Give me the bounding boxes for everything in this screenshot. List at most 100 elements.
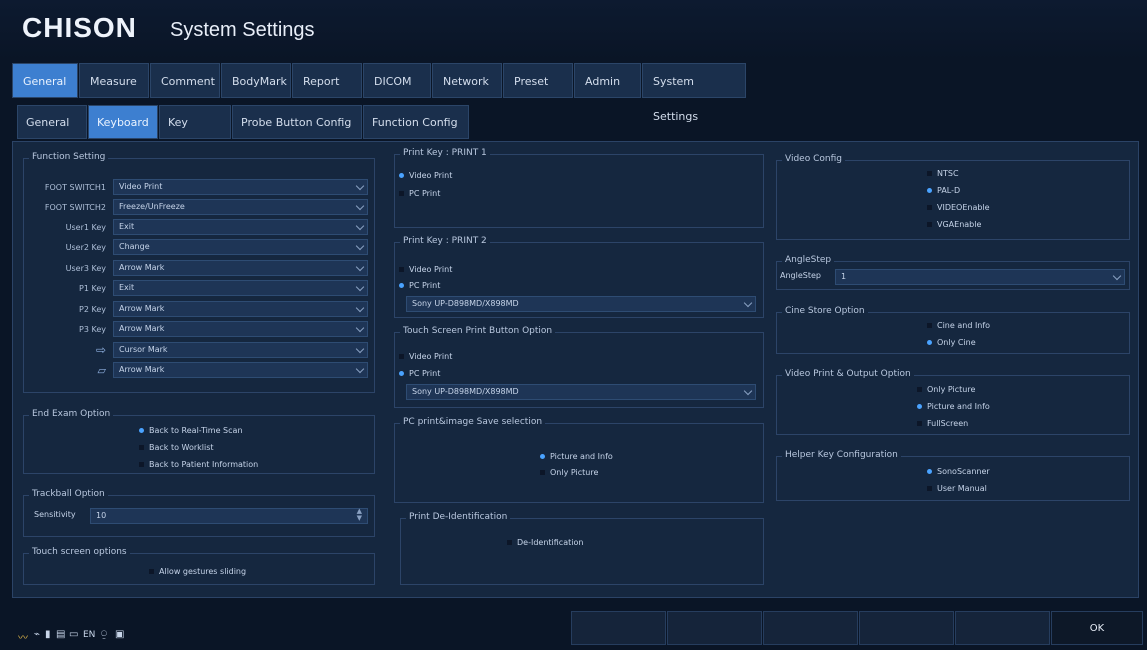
- option-label: PC Print: [409, 189, 441, 198]
- pc-save-option-picture-info[interactable]: Picture and Info: [540, 450, 613, 464]
- subtab-general[interactable]: General: [17, 105, 87, 139]
- ok-button[interactable]: OK: [1051, 611, 1143, 645]
- radio-unselected-icon: [917, 387, 922, 392]
- print1-option-pc[interactable]: PC Print: [399, 187, 440, 201]
- option-label: Only Picture: [550, 468, 599, 477]
- touch-print-option-video[interactable]: Video Print: [399, 350, 452, 364]
- tab-system-settings[interactable]: System Settings: [642, 63, 746, 123]
- foot-switch1-select[interactable]: Video Print: [113, 179, 368, 195]
- p2-key-value: Arrow Mark: [119, 304, 165, 313]
- tab-measure[interactable]: Measure: [79, 63, 149, 98]
- chevron-down-icon: [355, 221, 365, 231]
- anglestep-select[interactable]: 1: [835, 269, 1125, 285]
- print1-option-video[interactable]: Video Print: [399, 169, 452, 183]
- radio-selected-icon: [399, 283, 404, 288]
- user2-key-value: Change: [119, 242, 150, 251]
- subtab-probe-button-config[interactable]: Probe Button Config: [232, 105, 362, 139]
- cine-store-option-cine-info[interactable]: Cine and Info: [927, 319, 990, 333]
- video-config-pal[interactable]: PAL-D: [927, 184, 960, 198]
- user1-key-select[interactable]: Exit: [113, 219, 368, 235]
- pc-save-legend: PC print&image Save selection: [400, 417, 546, 427]
- end-exam-option-patient[interactable]: Back to Patient Information: [139, 458, 258, 472]
- p3-key-select[interactable]: Arrow Mark: [113, 321, 368, 337]
- option-label: User Manual: [937, 484, 987, 493]
- save-icon: ▣: [115, 629, 125, 640]
- checkbox-icon: [507, 540, 512, 545]
- subtab-function-config[interactable]: Function Config: [363, 105, 469, 139]
- p1-key-select[interactable]: Exit: [113, 280, 368, 296]
- checkbox-icon: [149, 569, 154, 574]
- sensitivity-spinbox[interactable]: 10 ▲ ▼: [90, 508, 368, 524]
- tab-admin[interactable]: Admin: [574, 63, 641, 98]
- vpo-option-picture-info[interactable]: Picture and Info: [917, 400, 990, 414]
- p2-key-select[interactable]: Arrow Mark: [113, 301, 368, 317]
- soft-button-2[interactable]: [667, 611, 762, 645]
- pc-save-group: PC print&image Save selection Picture an…: [394, 417, 764, 503]
- video-config-ntsc[interactable]: NTSC: [927, 167, 959, 181]
- option-label: PC Print: [409, 281, 441, 290]
- option-label: Video Print: [409, 352, 453, 361]
- cine-store-option-only-cine[interactable]: Only Cine: [927, 336, 976, 350]
- option-label: FullScreen: [927, 419, 969, 428]
- radio-selected-icon: [917, 404, 922, 409]
- tab-network[interactable]: Network: [432, 63, 502, 98]
- foot-switch2-label: FOOT SWITCH2: [44, 203, 106, 212]
- pc-save-option-only-picture[interactable]: Only Picture: [540, 466, 598, 480]
- anglestep-label: AngleStep: [780, 271, 821, 280]
- soft-button-1[interactable]: [571, 611, 666, 645]
- soft-button-5[interactable]: [955, 611, 1050, 645]
- p1-key-label: P1 Key: [79, 284, 106, 293]
- allow-gestures-checkbox[interactable]: Allow gestures sliding: [149, 565, 246, 579]
- arrow-key-value: Cursor Mark: [119, 345, 168, 354]
- option-label: De-Identification: [517, 538, 584, 547]
- radio-selected-icon: [139, 428, 144, 433]
- end-exam-option-worklist[interactable]: Back to Worklist: [139, 441, 214, 455]
- touch-print-legend: Touch Screen Print Button Option: [400, 326, 556, 336]
- user3-key-select[interactable]: Arrow Mark: [113, 260, 368, 276]
- vpo-option-only-picture[interactable]: Only Picture: [917, 383, 975, 397]
- arrow-key-select[interactable]: Cursor Mark: [113, 342, 368, 358]
- tab-general[interactable]: General: [12, 63, 78, 98]
- touch-screen-legend: Touch screen options: [29, 547, 130, 557]
- radio-selected-icon: [927, 188, 932, 193]
- video-config-vga-enable[interactable]: VGAEnable: [927, 218, 981, 232]
- pen-key-value: Arrow Mark: [119, 365, 165, 374]
- pen-key-select[interactable]: Arrow Mark: [113, 362, 368, 378]
- video-config-video-enable[interactable]: VIDEOEnable: [927, 201, 990, 215]
- end-exam-option-realtime[interactable]: Back to Real-Time Scan: [139, 424, 243, 438]
- subtab-key-config[interactable]: Key Config: [159, 105, 231, 163]
- print2-option-video[interactable]: Video Print: [399, 263, 452, 277]
- spin-arrows-icon[interactable]: ▲ ▼: [357, 508, 362, 522]
- touch-print-option-pc[interactable]: PC Print: [399, 367, 440, 381]
- touch-print-printer-select[interactable]: Sony UP-D898MD/X898MD: [406, 384, 756, 400]
- helper-option-user-manual[interactable]: User Manual: [927, 482, 987, 496]
- usb-drive-icon: ⍜: [101, 629, 107, 640]
- tab-dicom[interactable]: DICOM: [363, 63, 431, 98]
- tab-report[interactable]: Report: [292, 63, 362, 98]
- tab-comment[interactable]: Comment: [150, 63, 220, 98]
- radio-unselected-icon: [399, 354, 404, 359]
- tab-bodymark[interactable]: BodyMark: [221, 63, 291, 98]
- user3-key-value: Arrow Mark: [119, 263, 165, 272]
- p1-key-value: Exit: [119, 283, 135, 292]
- tab-preset[interactable]: Preset: [503, 63, 573, 98]
- deident-checkbox[interactable]: De-Identification: [507, 536, 583, 550]
- soft-button-3[interactable]: [763, 611, 858, 645]
- checkbox-icon: [927, 222, 932, 227]
- chevron-down-icon: [355, 344, 365, 354]
- vpo-option-fullscreen[interactable]: FullScreen: [917, 417, 968, 431]
- helper-option-sonoscanner[interactable]: SonoScanner: [927, 465, 990, 479]
- print2-option-pc[interactable]: PC Print: [399, 279, 440, 293]
- subtab-keyboard[interactable]: Keyboard: [88, 105, 158, 139]
- radio-unselected-icon: [540, 470, 545, 475]
- soft-button-4[interactable]: [859, 611, 954, 645]
- option-label: Back to Worklist: [149, 443, 214, 452]
- foot-switch2-select[interactable]: Freeze/UnFreeze: [113, 199, 368, 215]
- user1-key-label: User1 Key: [65, 223, 106, 232]
- chevron-down-icon: [743, 298, 753, 308]
- video-print-output-legend: Video Print & Output Option: [782, 369, 914, 379]
- user2-key-select[interactable]: Change: [113, 239, 368, 255]
- option-label: Video Print: [409, 171, 453, 180]
- option-label: Only Picture: [927, 385, 976, 394]
- print2-printer-select[interactable]: Sony UP-D898MD/X898MD: [406, 296, 756, 312]
